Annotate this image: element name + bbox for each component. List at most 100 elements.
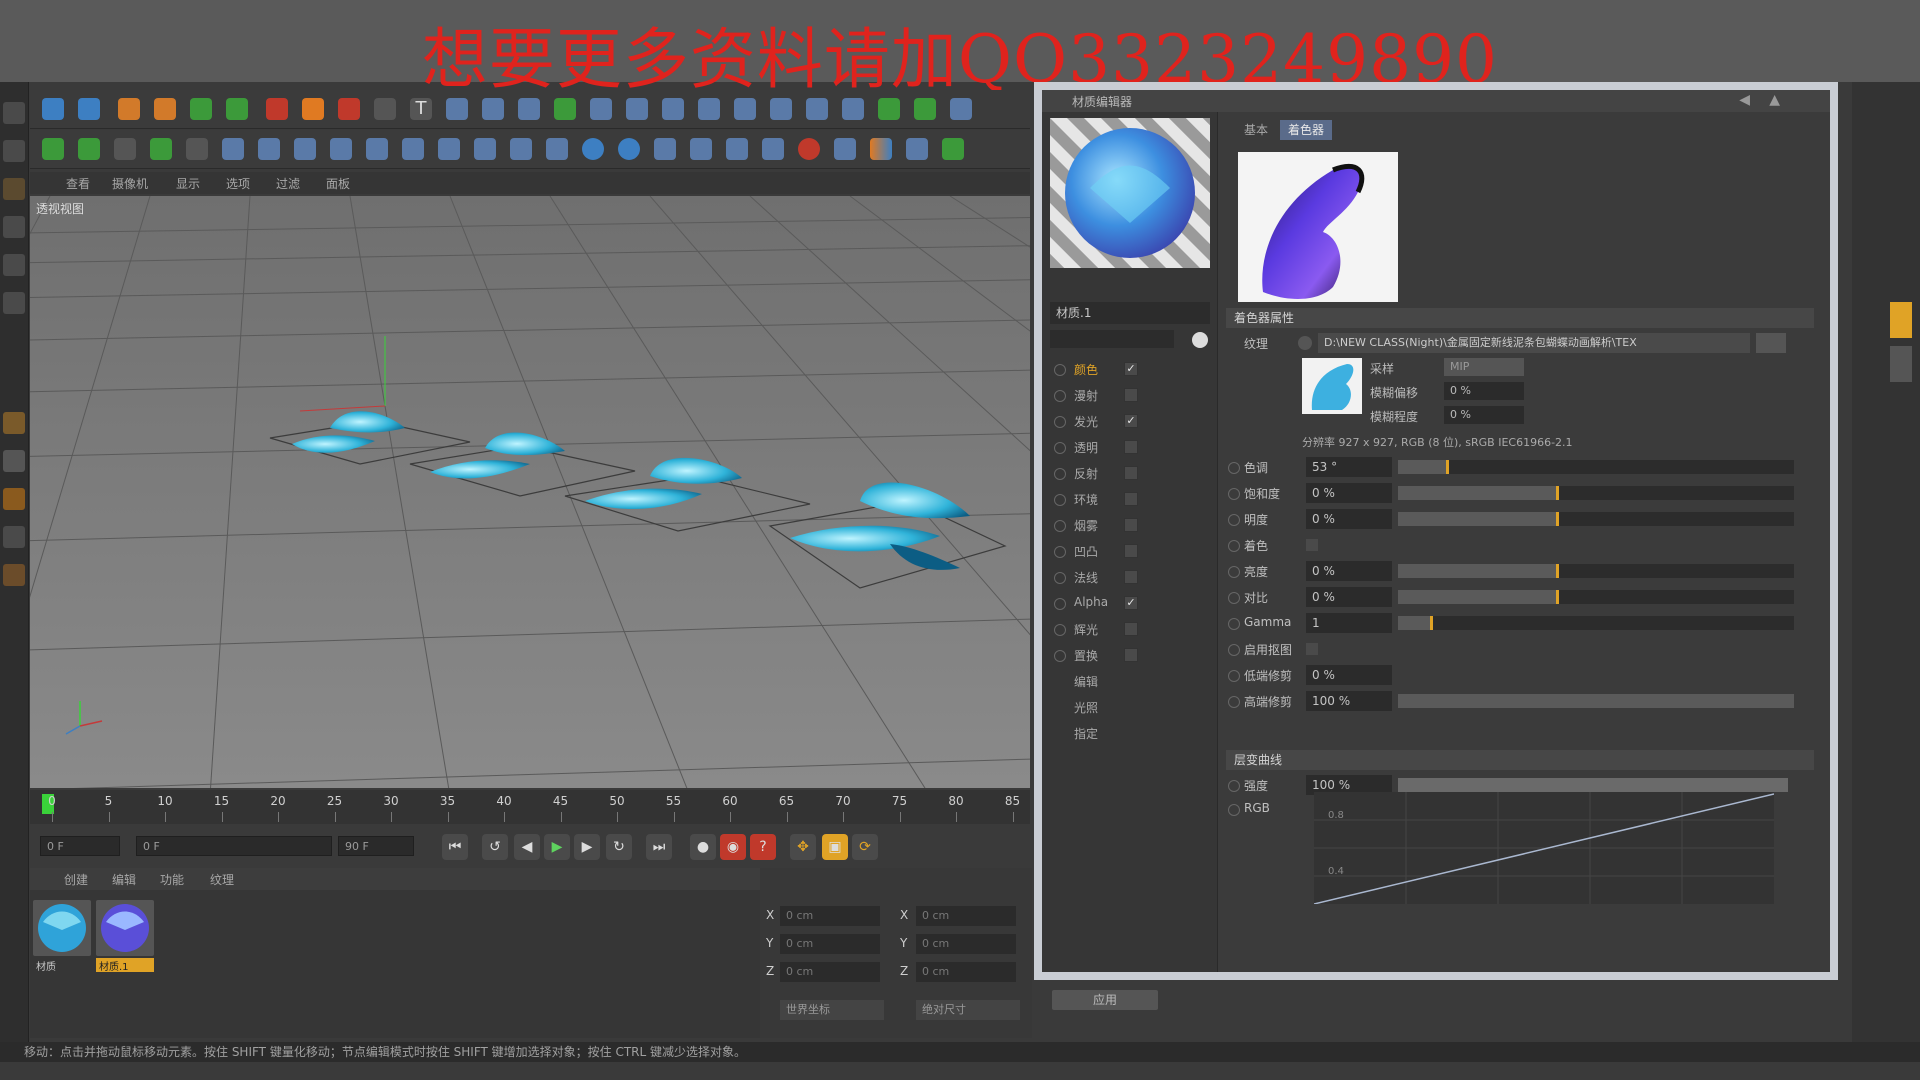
sampling-dropdown[interactable]: MIP: [1444, 358, 1524, 376]
up-arrow-icon[interactable]: ▲: [1769, 92, 1780, 108]
channel-radio[interactable]: [1054, 468, 1066, 480]
subdivision-icon[interactable]: [518, 98, 540, 120]
sphere-icon[interactable]: [582, 138, 604, 160]
undo-icon[interactable]: [42, 98, 64, 120]
prop-checkbox[interactable]: [1306, 643, 1318, 655]
menu-function[interactable]: 功能: [160, 871, 184, 888]
menu-options[interactable]: 选项: [226, 175, 250, 192]
prop-slider[interactable]: [1398, 564, 1794, 578]
figure-icon[interactable]: [150, 138, 172, 160]
channel-radio[interactable]: [1054, 546, 1066, 558]
scale-icon[interactable]: [190, 98, 212, 120]
null-icon[interactable]: [842, 98, 864, 120]
frame-range-slider[interactable]: 0 F: [136, 836, 332, 856]
channel-row[interactable]: 置换: [1050, 644, 1210, 666]
bend-icon[interactable]: [222, 138, 244, 160]
morph-icon[interactable]: [546, 138, 568, 160]
coord-x-size[interactable]: 0 cm: [916, 906, 1016, 926]
coord-x-position[interactable]: 0 cm: [780, 906, 880, 926]
material-name[interactable]: 材质: [33, 958, 91, 973]
move-key-button[interactable]: ✥: [790, 834, 816, 860]
coord-system-dropdown[interactable]: 世界坐标: [780, 1000, 884, 1020]
blur-offset-field[interactable]: 0 %: [1444, 382, 1524, 400]
previous-key-button[interactable]: ◀: [514, 834, 540, 860]
menu-edit[interactable]: 编辑: [112, 871, 136, 888]
prop-slider[interactable]: [1398, 694, 1794, 708]
points-mode-icon[interactable]: [3, 216, 25, 238]
pen-icon[interactable]: [482, 98, 504, 120]
prop-anim-dot[interactable]: [1228, 462, 1240, 474]
prop-value-field[interactable]: 1: [1306, 613, 1392, 633]
menu-view[interactable]: 查看: [66, 175, 90, 192]
channel-radio[interactable]: [1054, 520, 1066, 532]
channel-checkbox[interactable]: ✓: [1124, 596, 1138, 610]
effector-icon[interactable]: [950, 98, 972, 120]
channel-radio[interactable]: [1054, 390, 1066, 402]
wind-icon[interactable]: [438, 138, 460, 160]
loop-forward-button[interactable]: ↻: [606, 834, 632, 860]
shear-icon[interactable]: [366, 138, 388, 160]
light-icon[interactable]: [698, 98, 720, 120]
material-name-field[interactable]: 材质.1: [1050, 302, 1210, 324]
prop-slider[interactable]: [1398, 486, 1794, 500]
current-frame-field[interactable]: 0 F: [40, 836, 120, 856]
channel-row[interactable]: 发光 ✓: [1050, 410, 1210, 432]
prop-anim-dot[interactable]: [1228, 592, 1240, 604]
prop-anim-dot[interactable]: [1228, 566, 1240, 578]
tab-basic[interactable]: 基本: [1234, 120, 1278, 140]
go-to-start-button[interactable]: ⏮: [442, 834, 468, 860]
menu-texture[interactable]: 纹理: [210, 871, 234, 888]
tool-t-icon[interactable]: [114, 138, 136, 160]
channel-checkbox[interactable]: [1124, 648, 1138, 662]
mode-icon[interactable]: [3, 102, 25, 124]
rgb-anim-dot[interactable]: [1228, 804, 1240, 816]
channel-radio[interactable]: [1054, 650, 1066, 662]
record-icon[interactable]: [798, 138, 820, 160]
python-icon[interactable]: [906, 138, 928, 160]
sky-icon[interactable]: [770, 98, 792, 120]
prop-slider[interactable]: [1398, 590, 1794, 604]
coord-y-size[interactable]: 0 cm: [916, 934, 1016, 954]
channel-radio[interactable]: [1054, 442, 1066, 454]
bulge-icon[interactable]: [330, 138, 352, 160]
coord-z-position[interactable]: 0 cm: [780, 962, 880, 982]
channel-checkbox[interactable]: [1124, 388, 1138, 402]
channel-checkbox[interactable]: [1124, 440, 1138, 454]
material-1-thumbnail[interactable]: [96, 900, 154, 956]
channel-row[interactable]: Alpha ✓: [1050, 592, 1210, 614]
end-frame-field[interactable]: 90 F: [338, 836, 414, 856]
ffd-icon[interactable]: [402, 138, 424, 160]
spline-icon[interactable]: [374, 98, 396, 120]
axis-tool-icon[interactable]: [186, 138, 208, 160]
record-button[interactable]: ◉: [720, 834, 746, 860]
prop-slider[interactable]: [1398, 512, 1794, 526]
prop-anim-dot[interactable]: [1228, 644, 1240, 656]
size-mode-dropdown[interactable]: 绝对尺寸: [916, 1000, 1020, 1020]
leaf-icon[interactable]: [878, 98, 900, 120]
prop-value-field[interactable]: 0 %: [1306, 587, 1392, 607]
lock-icon[interactable]: [3, 526, 25, 548]
material-1-name[interactable]: 材质.1: [96, 958, 154, 973]
live-select-icon[interactable]: [118, 98, 140, 120]
camera-icon[interactable]: [662, 98, 684, 120]
taper-icon[interactable]: [294, 138, 316, 160]
wave-icon[interactable]: [474, 138, 496, 160]
channel-radio[interactable]: [1054, 416, 1066, 428]
channel-checkbox[interactable]: [1124, 492, 1138, 506]
keyframe-auto-button[interactable]: ●: [690, 834, 716, 860]
target-icon[interactable]: [806, 98, 828, 120]
polygons-mode-icon[interactable]: [3, 292, 25, 314]
channel-row[interactable]: 漫射: [1050, 384, 1210, 406]
gear-icon[interactable]: [42, 138, 64, 160]
coord-y-position[interactable]: 0 cm: [780, 934, 880, 954]
tag-icon[interactable]: [942, 138, 964, 160]
render-settings-icon[interactable]: [338, 98, 360, 120]
channel-checkbox[interactable]: [1124, 518, 1138, 532]
floor-icon[interactable]: [734, 98, 756, 120]
channel-extra-item[interactable]: 光照: [1050, 696, 1210, 718]
workplane-icon[interactable]: [3, 488, 25, 510]
plant-icon[interactable]: [78, 138, 100, 160]
prop-anim-dot[interactable]: [1228, 540, 1240, 552]
texture-path-field[interactable]: D:\NEW CLASS(Night)\金属固定新线泥条包蝴蝶动画解析\TEX: [1318, 333, 1750, 353]
channel-row[interactable]: 烟雾: [1050, 514, 1210, 536]
